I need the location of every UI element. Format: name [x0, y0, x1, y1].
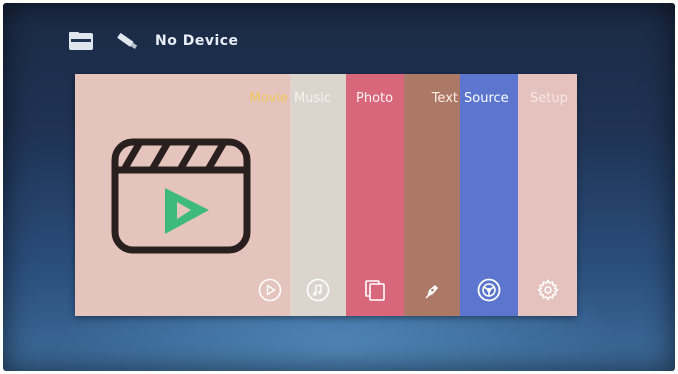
usb-icon[interactable] — [113, 30, 141, 52]
menu-label-setup: Setup — [530, 91, 568, 106]
gear-icon — [535, 277, 561, 303]
menu-tile-photo[interactable]: Photo — [346, 74, 404, 316]
menu-label-source: Source — [464, 91, 509, 106]
main-menu: Movie Music Photo Text Source Setup — [75, 74, 577, 316]
menu-label-text: Text — [431, 91, 458, 106]
menu-label-photo: Photo — [356, 91, 394, 106]
photo-frames-icon — [362, 277, 388, 303]
music-note-icon — [305, 277, 331, 303]
menu-label-movie: Movie — [249, 91, 288, 106]
menu-label-music: Music — [294, 91, 331, 106]
tv-screen: No Device Movie Music Photo Text Source … — [3, 3, 675, 371]
device-status-text: No Device — [155, 33, 239, 49]
steering-wheel-icon — [476, 277, 502, 303]
status-bar: No Device — [67, 30, 239, 52]
menu-tile-music[interactable]: Music — [290, 74, 346, 316]
menu-tile-text[interactable]: Text — [404, 74, 460, 316]
pen-icon — [419, 277, 445, 303]
menu-tile-setup[interactable]: Setup — [518, 74, 577, 316]
menu-tile-movie[interactable]: Movie — [75, 74, 290, 316]
menu-tile-source[interactable]: Source — [460, 74, 518, 316]
clapperboard-play-icon — [111, 136, 251, 256]
play-circle-icon — [257, 277, 283, 303]
folder-icon[interactable] — [67, 30, 95, 52]
